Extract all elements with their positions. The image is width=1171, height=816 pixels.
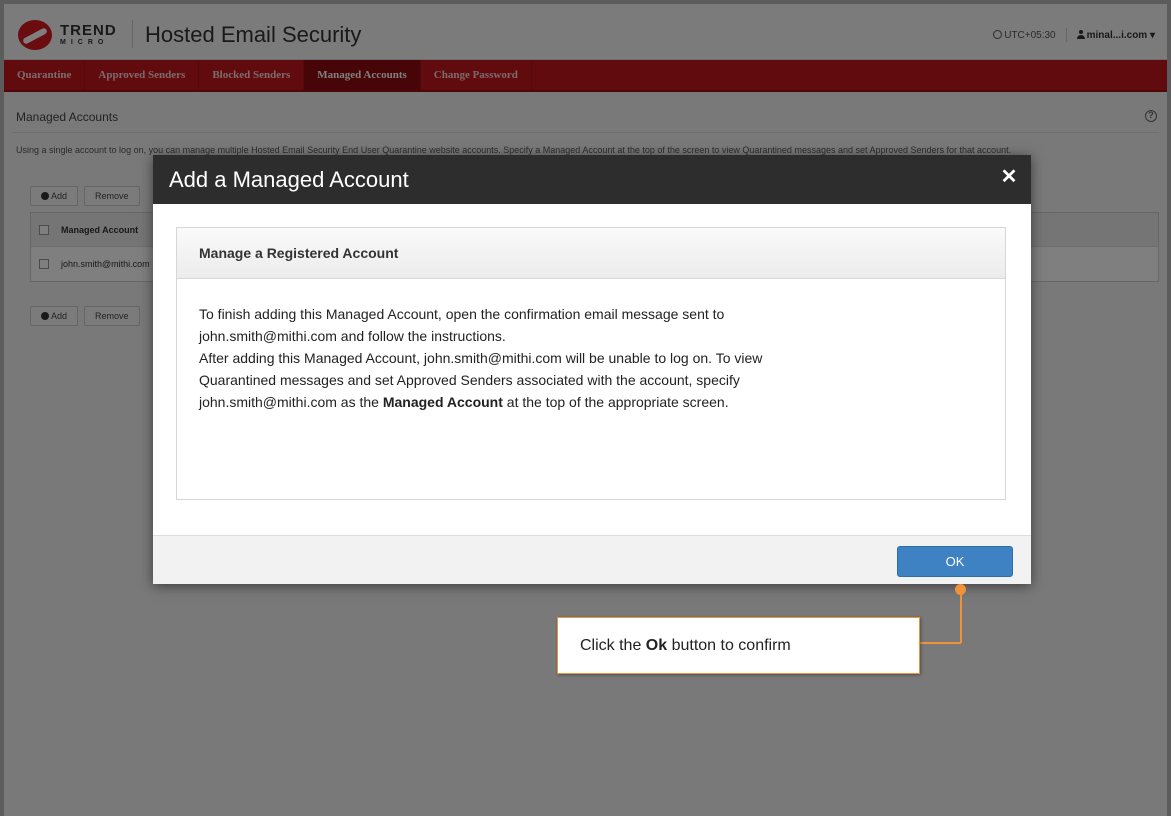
callout-text: Click the <box>580 637 646 654</box>
dialog-title: Add a Managed Account <box>169 167 409 192</box>
message-line: john.smith@mithi.com and follow the inst… <box>199 328 506 344</box>
message-text: john.smith@mithi.com as the <box>199 394 383 410</box>
message-text: at the top of the appropriate screen. <box>502 394 729 410</box>
panel-title: Manage a Registered Account <box>177 228 1005 279</box>
dialog-header: Add a Managed Account ✕ <box>153 155 1031 204</box>
registered-account-panel: Manage a Registered Account To finish ad… <box>176 227 1006 500</box>
panel-message: To finish adding this Managed Account, o… <box>177 279 1005 413</box>
callout-bold: Ok <box>645 637 668 654</box>
callout-connector <box>920 642 961 644</box>
ok-button[interactable]: OK <box>897 546 1013 577</box>
close-icon[interactable]: ✕ <box>999 167 1019 187</box>
message-line: Quarantined messages and set Approved Se… <box>199 372 740 388</box>
instruction-callout: Click the Ok button to confirm <box>557 617 920 674</box>
message-line: After adding this Managed Account, john.… <box>199 350 763 366</box>
dialog-body: Manage a Registered Account To finish ad… <box>153 204 1031 535</box>
message-line: john.smith@mithi.com as the Managed Acco… <box>199 391 983 413</box>
dialog-footer: OK <box>153 535 1031 584</box>
callout-connector <box>960 589 962 643</box>
add-managed-account-dialog: Add a Managed Account ✕ Manage a Registe… <box>153 155 1031 584</box>
callout-text: button to confirm <box>667 637 791 654</box>
managed-account-emphasis: Managed Account <box>382 394 503 410</box>
message-line: To finish adding this Managed Account, o… <box>199 306 725 322</box>
